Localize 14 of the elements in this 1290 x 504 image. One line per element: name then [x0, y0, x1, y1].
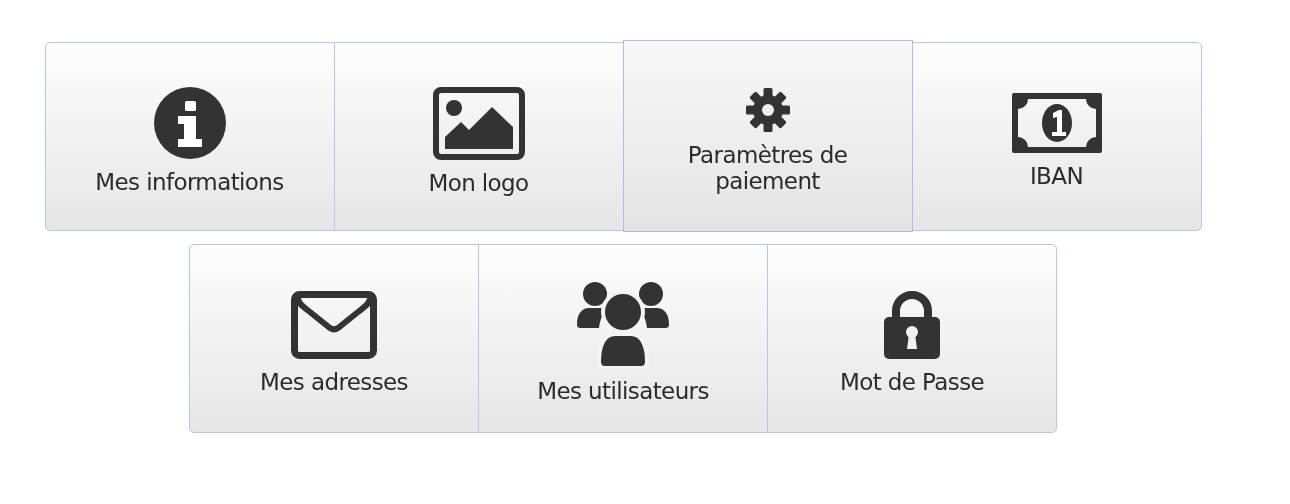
menu-tile[interactable]: Mes adresses — [189, 244, 479, 433]
menu-tile[interactable]: Paramètres de paiement — [622, 40, 913, 232]
menu-tile[interactable]: Mot de Passe — [767, 244, 1057, 433]
lock-icon — [884, 291, 940, 360]
menu-tile[interactable]: IBAN — [911, 42, 1202, 231]
banknote-icon — [1011, 93, 1102, 154]
envelope-icon — [291, 291, 377, 360]
menu-tile[interactable]: Mes informations — [44, 42, 335, 231]
users-icon — [577, 282, 669, 369]
image-icon — [432, 86, 525, 160]
gear-icon — [745, 87, 790, 132]
menu-tile[interactable]: Mon logo — [333, 42, 624, 231]
info-icon — [153, 87, 226, 160]
menu-tile[interactable]: Mes utilisateurs — [478, 244, 768, 433]
